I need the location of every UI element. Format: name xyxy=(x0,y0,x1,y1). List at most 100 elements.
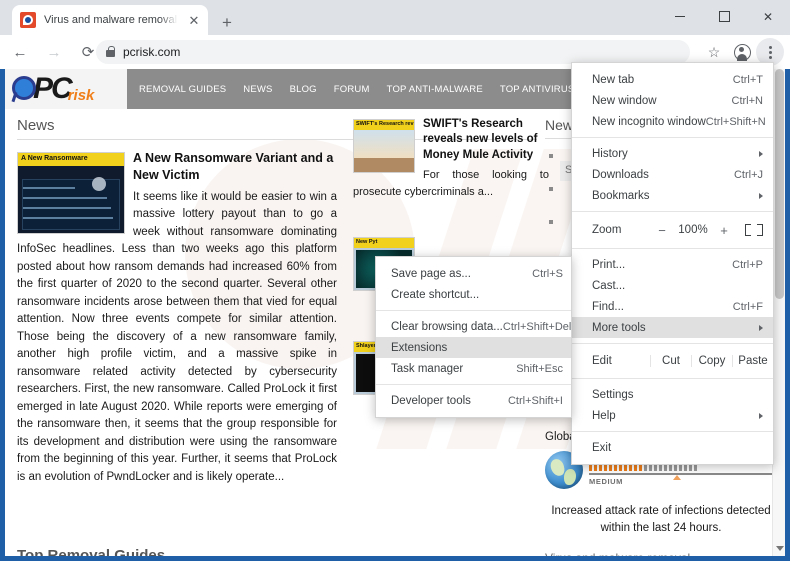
scroll-down-arrow-icon[interactable] xyxy=(776,546,784,551)
title-bar: Virus and malware removal instru ✕ + ✕ xyxy=(0,0,790,35)
menu-item-downloads[interactable]: Downloads Ctrl+J xyxy=(572,164,773,185)
close-window-button[interactable]: ✕ xyxy=(746,0,790,33)
menu-item-accel: Ctrl+T xyxy=(733,74,763,86)
submenu-item-extensions[interactable]: Extensions xyxy=(376,337,571,358)
new-tab-button[interactable]: + xyxy=(215,10,239,34)
nav-top-anti-malware[interactable]: TOP ANTI-MALWARE xyxy=(387,84,483,95)
maximize-button[interactable] xyxy=(702,0,746,33)
chrome-main-menu: New tab Ctrl+T New window Ctrl+N New inc… xyxy=(571,62,774,465)
submenu-item-clear-browsing-data[interactable]: Clear browsing data... Ctrl+Shift+Del xyxy=(376,316,571,337)
menu-item-label: New incognito window xyxy=(592,116,706,128)
menu-item-accel: Ctrl+P xyxy=(732,259,763,271)
submenu-item-developer-tools[interactable]: Developer tools Ctrl+Shift+I xyxy=(376,390,571,411)
edit-copy-button[interactable]: Copy xyxy=(691,355,732,367)
site-logo[interactable]: PC risk xyxy=(5,69,127,109)
menu-edit-row: Edit Cut Copy Paste xyxy=(572,349,773,373)
chevron-right-icon xyxy=(759,325,763,331)
browser-tab[interactable]: Virus and malware removal instru ✕ xyxy=(12,5,208,35)
menu-item-accel: Ctrl+N xyxy=(732,95,763,107)
fullscreen-icon[interactable] xyxy=(743,222,765,238)
menu-item-label: New tab xyxy=(592,74,733,86)
lead-article-thumbnail[interactable]: A New Ransomware xyxy=(17,152,125,234)
menu-item-find[interactable]: Find... Ctrl+F xyxy=(572,296,773,317)
menu-item-new-window[interactable]: New window Ctrl+N xyxy=(572,90,773,111)
secondary-article-1-thumbnail[interactable]: SWIFT's Research rev xyxy=(353,119,415,173)
menu-separator xyxy=(572,137,773,138)
menu-item-exit[interactable]: Exit xyxy=(572,437,773,458)
menu-zoom-row: Zoom − 100% + xyxy=(572,217,773,243)
edit-cut-button[interactable]: Cut xyxy=(650,355,691,367)
scrollbar-thumb[interactable] xyxy=(775,69,784,299)
menu-separator xyxy=(572,378,773,379)
submenu-item-save-page-as[interactable]: Save page as... Ctrl+S xyxy=(376,263,571,284)
chevron-right-icon xyxy=(759,193,763,199)
minimize-button[interactable] xyxy=(658,0,702,33)
menu-item-settings[interactable]: Settings xyxy=(572,384,773,405)
chevron-right-icon xyxy=(759,413,763,419)
menu-item-label: Help xyxy=(592,410,753,422)
menu-item-cast[interactable]: Cast... xyxy=(572,275,773,296)
submenu-item-accel: Ctrl+Shift+I xyxy=(508,395,563,407)
window-controls: ✕ xyxy=(658,0,790,33)
back-button[interactable]: ← xyxy=(6,38,34,66)
menu-item-label: More tools xyxy=(592,322,753,334)
submenu-item-accel: Ctrl+Shift+Del xyxy=(503,321,571,333)
menu-item-new-incognito-window[interactable]: New incognito window Ctrl+Shift+N xyxy=(572,111,773,132)
menu-item-label: New window xyxy=(592,95,732,107)
menu-item-label: History xyxy=(592,148,753,160)
submenu-item-label: Task manager xyxy=(391,363,516,375)
menu-item-new-tab[interactable]: New tab Ctrl+T xyxy=(572,69,773,90)
more-tools-submenu: Save page as... Ctrl+S Create shortcut..… xyxy=(375,256,572,418)
zoom-value: 100% xyxy=(673,224,713,236)
meter-rule xyxy=(589,473,777,475)
sidebar-virus-removal-link[interactable]: Virus and malware removal xyxy=(545,551,773,556)
menu-item-label: Print... xyxy=(592,259,732,271)
menu-item-label: Find... xyxy=(592,301,733,313)
address-bar[interactable]: pcrisk.com xyxy=(96,40,690,64)
menu-item-history[interactable]: History xyxy=(572,143,773,164)
lead-thumb-caption: A New Ransomware xyxy=(18,153,124,166)
lock-icon xyxy=(106,50,115,57)
forward-button[interactable]: → xyxy=(40,38,68,66)
menu-separator xyxy=(572,343,773,344)
zoom-out-button[interactable]: − xyxy=(651,223,673,238)
secondary-article-1[interactable]: SWIFT's Research rev SWIFT's Research re… xyxy=(353,117,549,200)
menu-item-bookmarks[interactable]: Bookmarks xyxy=(572,185,773,206)
secondary-1-thumb-caption: SWIFT's Research rev xyxy=(354,120,414,130)
menu-item-print[interactable]: Print... Ctrl+P xyxy=(572,254,773,275)
chevron-right-icon xyxy=(759,151,763,157)
pcrisk-favicon-icon xyxy=(20,12,36,28)
meter-pointer-icon xyxy=(673,475,681,480)
submenu-item-label: Developer tools xyxy=(391,395,508,407)
menu-separator xyxy=(572,211,773,212)
submenu-item-label: Extensions xyxy=(391,342,563,354)
submenu-separator xyxy=(376,310,571,311)
magnifier-icon xyxy=(11,75,33,103)
nav-removal-guides[interactable]: REMOVAL GUIDES xyxy=(139,84,226,95)
top-removal-guides-heading: Top Removal Guides xyxy=(17,547,537,556)
submenu-item-create-shortcut[interactable]: Create shortcut... xyxy=(376,284,571,305)
nav-news[interactable]: NEWS xyxy=(243,84,272,95)
edit-paste-button[interactable]: Paste xyxy=(732,355,773,367)
menu-item-accel: Ctrl+J xyxy=(734,169,763,181)
browser-window: Virus and malware removal instru ✕ + ✕ ←… xyxy=(0,0,790,561)
menu-item-label: Bookmarks xyxy=(592,190,753,202)
zoom-label: Zoom xyxy=(592,224,651,236)
nav-forum[interactable]: FORUM xyxy=(334,84,370,95)
nav-blog[interactable]: BLOG xyxy=(290,84,317,95)
submenu-item-task-manager[interactable]: Task manager Shift+Esc xyxy=(376,358,571,379)
menu-item-more-tools[interactable]: More tools xyxy=(572,317,773,338)
logo-pc-text: PC xyxy=(33,74,71,104)
submenu-item-accel: Ctrl+S xyxy=(532,268,563,280)
secondary-2-thumb-caption: New Pyt xyxy=(354,238,414,248)
close-tab-icon[interactable]: ✕ xyxy=(186,12,202,28)
logo-risk-text: risk xyxy=(68,87,95,104)
lead-article[interactable]: A New Ransomware A New Ransomware Varian… xyxy=(17,150,337,486)
menu-item-accel: Ctrl+F xyxy=(733,301,763,313)
menu-item-help[interactable]: Help xyxy=(572,405,773,426)
malware-level-label: MEDIUM xyxy=(589,477,777,486)
submenu-separator xyxy=(376,384,571,385)
submenu-item-accel: Shift+Esc xyxy=(516,363,563,375)
url-text: pcrisk.com xyxy=(123,45,180,59)
zoom-in-button[interactable]: + xyxy=(713,223,735,238)
